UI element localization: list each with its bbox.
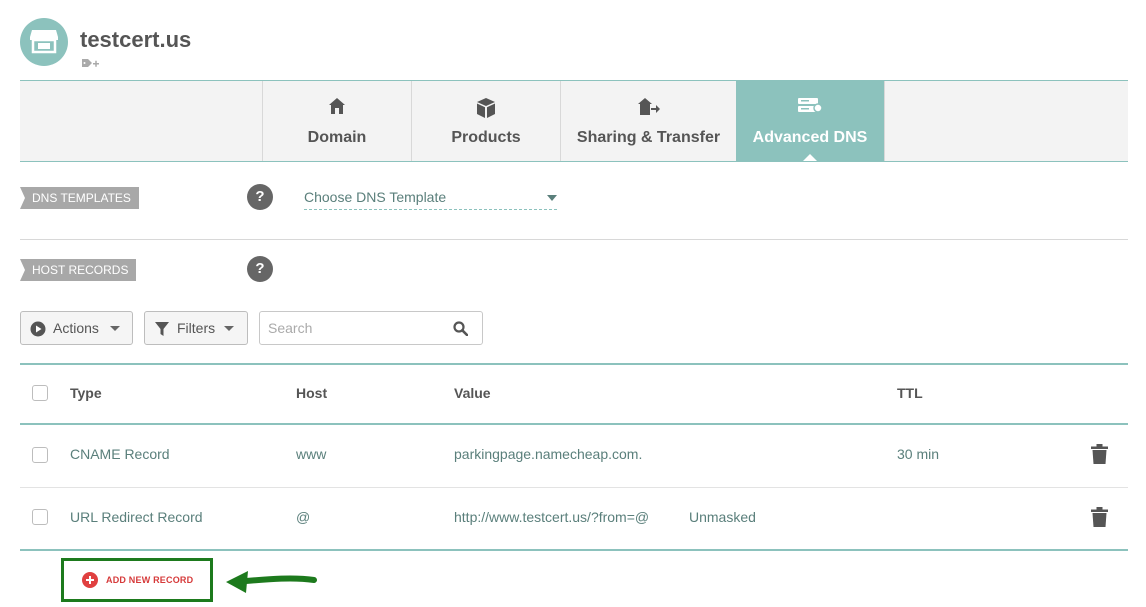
actions-button[interactable]: Actions [20, 311, 133, 345]
trash-icon[interactable] [1091, 444, 1108, 464]
tab-label: Sharing & Transfer [576, 129, 721, 146]
domain-title: testcert.us [80, 27, 192, 52]
record-host[interactable]: www [296, 446, 326, 462]
table-top-border [20, 363, 1128, 365]
chevron-down-icon [224, 326, 234, 331]
actions-button-label: Actions [53, 320, 99, 336]
domain-avatar [20, 18, 68, 66]
add-new-record-label: ADD NEW RECORD [106, 575, 194, 585]
record-value[interactable]: parkingpage.namecheap.com. [454, 446, 642, 462]
tab-products[interactable]: Products [411, 81, 560, 161]
tab-label: Domain [307, 129, 367, 146]
tab-label: Advanced DNS [752, 129, 868, 146]
tab-label: Products [451, 129, 521, 146]
column-header-value[interactable]: Value [454, 385, 491, 401]
row-divider [20, 487, 1128, 488]
dns-templates-help-button[interactable]: ? [247, 184, 273, 210]
trash-icon[interactable] [1091, 507, 1108, 527]
record-redirect-mode[interactable]: Unmasked [689, 509, 756, 525]
filters-button[interactable]: Filters [144, 311, 248, 345]
column-header-ttl[interactable]: TTL [897, 385, 923, 401]
column-header-type[interactable]: Type [70, 385, 102, 401]
record-value[interactable]: http://www.testcert.us/?from=@ [454, 509, 649, 525]
filters-button-label: Filters [177, 320, 216, 336]
share-transfer-icon [637, 98, 660, 115]
dns-template-select-value: Choose DNS Template [304, 189, 447, 205]
row-checkbox[interactable] [32, 447, 48, 463]
host-records-help-button[interactable]: ? [247, 256, 273, 282]
record-ttl[interactable]: 30 min [897, 446, 939, 462]
dns-template-select[interactable]: Choose DNS Template [304, 186, 557, 210]
tab-advanced-dns[interactable]: Advanced DNS [736, 81, 884, 161]
row-checkbox[interactable] [32, 509, 48, 525]
play-circle-icon [30, 321, 46, 337]
filter-icon [155, 322, 169, 336]
search-icon[interactable] [453, 321, 468, 336]
table-header-border [20, 423, 1128, 425]
plus-circle-icon [82, 572, 98, 588]
record-type[interactable]: CNAME Record [70, 446, 170, 462]
domain-tabbar: Domain Products Sharing & Transfer Advan… [20, 80, 1128, 162]
tab-divider [884, 81, 885, 161]
tag-add-icon[interactable] [82, 58, 100, 70]
dns-templates-label: DNS TEMPLATES [20, 187, 139, 209]
add-new-record-button[interactable]: ADD NEW RECORD [61, 558, 213, 602]
section-divider [20, 239, 1128, 240]
select-all-checkbox[interactable] [32, 385, 48, 401]
server-icon [798, 98, 823, 113]
search-input[interactable] [268, 318, 448, 338]
chevron-down-icon [547, 195, 557, 201]
store-icon [30, 30, 58, 54]
record-type[interactable]: URL Redirect Record [70, 509, 203, 525]
tab-domain[interactable]: Domain [262, 81, 411, 161]
arrow-left-icon [226, 571, 317, 593]
column-header-host[interactable]: Host [296, 385, 327, 401]
chevron-down-icon [110, 326, 120, 331]
box-icon [477, 98, 495, 118]
host-records-label: HOST RECORDS [20, 259, 137, 281]
record-host[interactable]: @ [296, 509, 310, 525]
search-box [259, 311, 483, 345]
table-bottom-border [20, 549, 1128, 551]
tab-sharing-transfer[interactable]: Sharing & Transfer [560, 81, 736, 161]
home-icon [329, 98, 345, 114]
